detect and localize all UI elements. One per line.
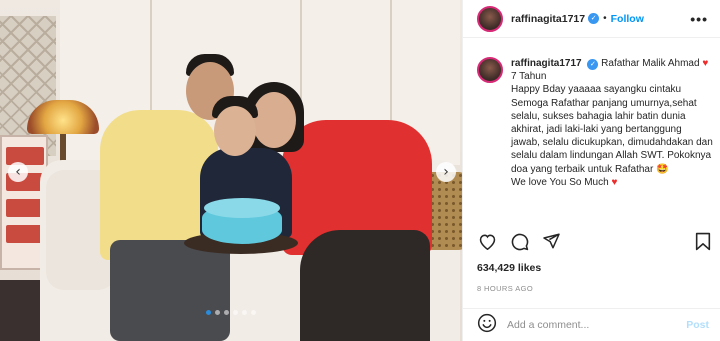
boy-head	[214, 106, 256, 156]
separator: •	[603, 13, 607, 24]
emoji-icon[interactable]	[477, 313, 497, 338]
woman-pants	[300, 230, 430, 341]
prev-photo-button[interactable]: ‹	[8, 162, 28, 182]
caption-body: Happy Bday yaaaaa sayangku cintaku Semog…	[511, 84, 713, 175]
caption-avatar[interactable]	[477, 57, 503, 83]
carousel-dot	[242, 310, 247, 315]
shelf-item	[6, 225, 44, 243]
shelf-item	[6, 147, 44, 165]
caption-title: Rafathar Malik Ahmad	[601, 58, 700, 69]
likes-count[interactable]: 634,429 likes	[477, 262, 541, 274]
heart-icon: ♥	[611, 176, 618, 188]
header-username[interactable]: raffinagita1717	[511, 13, 585, 25]
carousel-dot	[206, 310, 211, 315]
caption-age: 7 Tahun	[511, 71, 547, 83]
woman-head	[252, 92, 296, 148]
post-time[interactable]: 8 HOURS AGO	[477, 284, 533, 293]
post-photo[interactable]: ‹ ›	[0, 0, 462, 341]
shelf-item	[6, 199, 44, 217]
comment-bar: Post	[463, 308, 720, 341]
comment-input[interactable]	[507, 319, 667, 331]
cake-top	[204, 198, 280, 218]
caption-closing: We love You So Much	[511, 176, 609, 188]
more-options-icon[interactable]: •••	[690, 11, 708, 27]
star-struck-emoji: 🤩	[656, 163, 669, 175]
verified-icon: ✓	[587, 59, 599, 70]
comment-icon[interactable]	[509, 231, 529, 251]
like-icon[interactable]	[477, 231, 497, 251]
verified-icon: ✓	[588, 13, 600, 24]
bookmark-icon[interactable]	[693, 231, 713, 251]
carousel-dot	[224, 310, 229, 315]
caption-text: raffinagita1717 ✓ Rafathar Malik Ahmad ♥…	[511, 57, 713, 189]
post-header: raffinagita1717 ✓ • Follow •••	[463, 0, 720, 38]
next-photo-button[interactable]: ›	[436, 162, 456, 182]
carousel-dots	[0, 310, 462, 315]
caption-username[interactable]: raffinagita1717	[511, 58, 582, 69]
share-icon[interactable]	[541, 231, 561, 251]
post-side-panel: raffinagita1717 ✓ • Follow ••• raffinagi…	[462, 0, 720, 341]
carousel-dot	[251, 310, 256, 315]
heart-icon: ♥	[702, 58, 709, 69]
caption: raffinagita1717 ✓ Rafathar Malik Ahmad ♥…	[477, 57, 713, 189]
follow-button[interactable]: Follow	[611, 13, 644, 25]
carousel-dot	[233, 310, 238, 315]
action-bar	[477, 229, 713, 253]
carousel-dot	[215, 310, 220, 315]
man-pants	[110, 240, 230, 341]
avatar[interactable]	[477, 5, 503, 32]
post-comment-button[interactable]: Post	[686, 319, 709, 331]
